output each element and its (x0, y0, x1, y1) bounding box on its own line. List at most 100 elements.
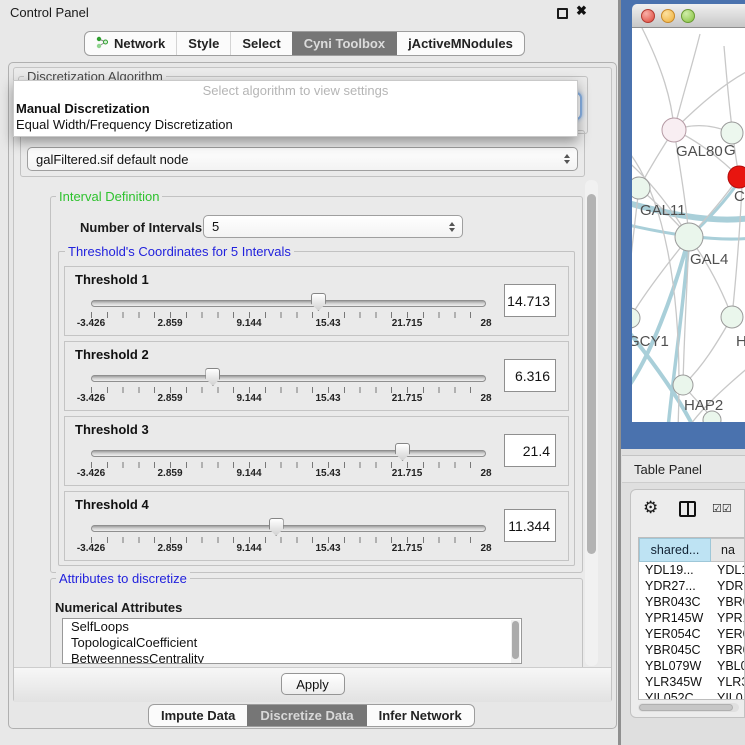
table-row[interactable]: YIL052CYIL0 (639, 690, 745, 700)
threshold-1-slider[interactable]: -3.426 2.859 9.144 15.43 21.715 28 (91, 291, 486, 329)
tab-network[interactable]: Network (85, 32, 176, 55)
threshold-1-panel: Threshold 1 -3.426 2.859 9.144 15.43 21.… (64, 266, 569, 336)
network-node-gal4[interactable] (675, 223, 703, 251)
network-node-selected-red[interactable] (728, 166, 745, 188)
slider-handle[interactable] (395, 443, 410, 461)
threshold-2-slider[interactable]: -3.426 2.859 9.144 15.43 21.715 28 (91, 366, 486, 404)
tab-cyni-toolbox[interactable]: Cyni Toolbox (292, 32, 396, 55)
network-node-partial-top[interactable] (721, 122, 743, 144)
node-label-partial-g: G (724, 142, 736, 159)
spinner-arrows-icon (564, 154, 570, 164)
minimize-window-icon[interactable] (661, 9, 675, 23)
close-panel-icon[interactable]: ✖ (576, 3, 587, 19)
algorithm-dropdown-popup: Select algorithm to view settings Manual… (13, 80, 578, 137)
apply-strip: Apply (14, 667, 611, 702)
slider-handle[interactable] (269, 518, 284, 536)
zoom-window-icon[interactable] (681, 9, 695, 23)
threshold-3-label: Threshold 3 (75, 422, 504, 437)
tab-style[interactable]: Style (176, 32, 230, 55)
network-node-gal11[interactable] (632, 177, 650, 199)
slider-tick-labels: -3.426 2.859 9.144 15.43 21.715 28 (91, 393, 486, 404)
dropdown-option-manual-discretization[interactable]: Manual Discretization (14, 101, 577, 117)
slider-handle[interactable] (311, 293, 326, 311)
network-node-h[interactable] (721, 306, 743, 328)
network-view-window: GAL80 G C GAL11 GAL4 GCY1 H HAP2 (621, 0, 745, 449)
number-of-intervals-combobox[interactable]: 5 (203, 215, 463, 238)
tab-select[interactable]: Select (230, 32, 291, 55)
thresholds-group-label: Threshold's Coordinates for 5 Intervals (65, 244, 294, 259)
network-node-gcy1[interactable] (632, 308, 640, 328)
node-attribute-table[interactable]: shared... na YDL19...YDL1 YDR27...YDR2 Y… (638, 537, 745, 700)
slider-handle[interactable] (205, 368, 220, 386)
list-vertical-scrollbar[interactable] (511, 620, 520, 664)
columns-icon[interactable] (679, 501, 696, 517)
threshold-3-value-field[interactable] (504, 434, 556, 467)
threshold-4-slider[interactable]: -3.426 2.859 9.144 15.43 21.715 28 (91, 516, 486, 554)
scrollbar-thumb[interactable] (512, 621, 519, 659)
table-panel-title: Table Panel (622, 455, 745, 483)
column-header-shared-name[interactable]: shared... (639, 538, 711, 562)
scrollbar-thumb[interactable] (639, 704, 733, 711)
network-node-hap2[interactable] (673, 375, 693, 395)
slider-track[interactable] (91, 450, 486, 457)
table-row[interactable]: YDR27...YDR2 (639, 578, 745, 594)
network-icon (96, 36, 109, 52)
list-item[interactable]: TopologicalCoefficient (63, 635, 521, 651)
table-row[interactable]: YBR043CYBR0 (639, 594, 745, 610)
threshold-4-label: Threshold 4 (75, 497, 504, 512)
scrollbar-thumb[interactable] (587, 194, 596, 554)
table-row[interactable]: YBL079WYBL0 (639, 658, 745, 674)
node-label-gal80: GAL80 (676, 143, 723, 160)
table-row[interactable]: YER054CYER0 (639, 626, 745, 642)
number-of-intervals-value: 5 (212, 219, 219, 234)
float-panel-icon[interactable] (557, 8, 568, 19)
interval-definition-label: Interval Definition (56, 189, 162, 204)
tab-infer-network[interactable]: Infer Network (366, 705, 474, 726)
attributes-listbox[interactable]: SelfLoops TopologicalCoefficient Between… (62, 618, 522, 664)
panel-title: Control Panel (10, 5, 89, 20)
checkbox-icons[interactable]: ☑☑ (712, 502, 732, 515)
threshold-4-panel: Threshold 4 -3.426 2.859 9.144 15.43 21.… (64, 491, 569, 561)
dropdown-option-equal-width-frequency[interactable]: Equal Width/Frequency Discretization (14, 117, 577, 133)
slider-tick-labels: -3.426 2.859 9.144 15.43 21.715 28 (91, 468, 486, 479)
settings-vertical-scrollbar[interactable] (585, 180, 598, 666)
list-item[interactable]: BetweennessCentrality (63, 651, 521, 664)
table-row[interactable]: YPR145WYPR1 (639, 610, 745, 626)
slider-track[interactable] (91, 375, 486, 382)
threshold-3-slider[interactable]: -3.426 2.859 9.144 15.43 21.715 28 (91, 441, 486, 479)
table-row[interactable]: YDL19...YDL1 (639, 562, 745, 578)
slider-track[interactable] (91, 525, 486, 532)
dropdown-hint: Select algorithm to view settings (14, 81, 577, 101)
bottom-tab-bar: Impute Data Discretize Data Infer Networ… (148, 704, 475, 727)
threshold-3-panel: Threshold 3 -3.426 2.859 9.144 15.43 21.… (64, 416, 569, 486)
top-tab-bar: Network Style Select Cyni Toolbox jActiv… (84, 31, 525, 56)
close-window-icon[interactable] (641, 9, 655, 23)
threshold-1-label: Threshold 1 (75, 272, 504, 287)
table-header-row: shared... na (639, 538, 745, 562)
apply-button[interactable]: Apply (281, 673, 345, 695)
table-data-combobox[interactable]: galFiltered.sif default node (27, 147, 578, 171)
network-node-gal80[interactable] (662, 118, 686, 142)
tab-network-label: Network (114, 36, 165, 51)
slider-tick-labels: -3.426 2.859 9.144 15.43 21.715 28 (91, 543, 486, 554)
slider-tick-labels: -3.426 2.859 9.144 15.43 21.715 28 (91, 318, 486, 329)
gear-icon[interactable]: ⚙ (643, 498, 658, 518)
tab-discretize-data[interactable]: Discretize Data (247, 705, 365, 726)
tab-impute-data[interactable]: Impute Data (149, 705, 247, 726)
threshold-2-panel: Threshold 2 -3.426 2.859 9.144 15.43 21.… (64, 341, 569, 411)
node-label-partial-c: C (734, 188, 745, 205)
tab-jactivemnodules[interactable]: jActiveMNodules (396, 32, 524, 55)
threshold-1-value-field[interactable] (504, 284, 556, 317)
threshold-2-value-field[interactable] (504, 359, 556, 392)
column-header-name[interactable]: na (711, 538, 745, 562)
network-canvas[interactable]: GAL80 G C GAL11 GAL4 GCY1 H HAP2 (632, 28, 745, 422)
list-item[interactable]: SelfLoops (63, 619, 521, 635)
slider-track[interactable] (91, 300, 486, 307)
node-label-partial-h: H (736, 333, 745, 350)
network-window-titlebar[interactable] (632, 4, 745, 28)
table-row[interactable]: YLR345WYLR3 (639, 674, 745, 690)
threshold-4-value-field[interactable] (504, 509, 556, 542)
table-row[interactable]: YBR045CYBR0 (639, 642, 745, 658)
table-horizontal-scrollbar[interactable] (638, 703, 739, 712)
spinner-arrows-icon (449, 222, 455, 232)
